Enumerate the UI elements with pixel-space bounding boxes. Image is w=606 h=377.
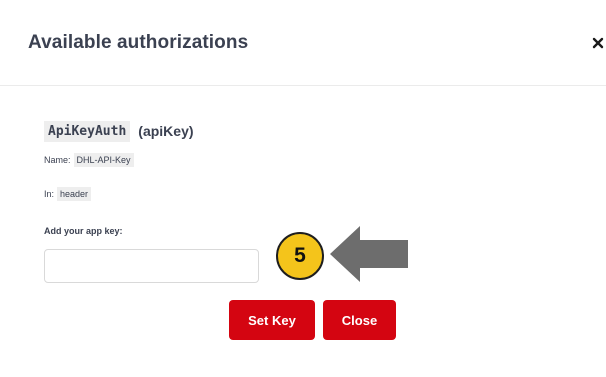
close-x-icon[interactable] <box>590 35 606 51</box>
scheme-type: (apiKey) <box>138 123 194 139</box>
param-name-row: Name: DHL-API-Key <box>44 153 134 167</box>
app-key-label: Add your app key: <box>44 226 123 236</box>
close-button[interactable]: Close <box>323 300 396 340</box>
param-in-label: In: <box>44 189 55 199</box>
param-name-label: Name: <box>44 155 71 165</box>
scheme-name: ApiKeyAuth <box>44 120 131 142</box>
param-in-value: header <box>57 187 92 201</box>
modal-header: Available authorizations <box>0 0 606 86</box>
param-in-row: In: header <box>44 187 92 201</box>
app-key-input[interactable] <box>44 249 259 283</box>
auth-scheme-heading: ApiKeyAuth (apiKey) <box>44 120 194 142</box>
param-name-value: DHL-API-Key <box>73 153 134 167</box>
step-number-badge: 5 <box>276 232 324 280</box>
set-key-button[interactable]: Set Key <box>229 300 315 340</box>
modal-title: Available authorizations <box>28 32 249 53</box>
left-arrow-icon <box>330 226 408 282</box>
